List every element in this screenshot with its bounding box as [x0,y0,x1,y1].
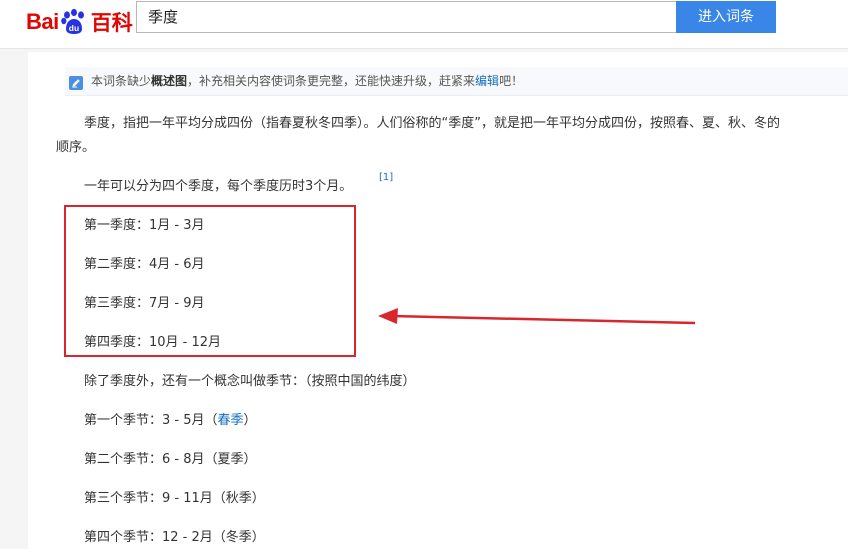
winter-label: 冬季 [225,530,252,545]
intro-line-2: 顺序。 [56,140,96,155]
notice-suffix: 吧！ [499,74,524,88]
logo-text-bai: Bai [26,9,59,34]
spring-link[interactable]: 春季 [218,413,244,428]
season-item-2: 第二个季节：6 - 8月（夏季） [84,452,257,467]
baidu-baike-logo[interactable]: Bai du 百科 [26,7,133,37]
enter-entry-button[interactable]: 进入词条 [676,1,776,33]
autumn-label: 秋季 [225,491,252,506]
reference-link[interactable]: [1] [379,172,393,183]
edit-link[interactable]: 编辑 [475,74,499,88]
edit-pencil-icon [68,73,84,90]
intro-line-1: 季度，指把一年平均分成四份（指春夏秋冬四季）。人们俗称的“季度”，就是把一年平均… [84,116,780,131]
search-input[interactable]: 季度 [136,1,676,33]
notice-prefix: 本词条缺少 [91,74,152,88]
logo-text-du: du [69,23,79,33]
logo-text-baike: 百科 [90,11,133,35]
annotation-highlight-box [64,205,356,357]
season-intro: 除了季度外，还有一个概念叫做季节：（按照中国的纬度） [84,374,416,389]
season-item-4: 第四个季节：12 - 2月（冬季） [84,530,265,545]
quarter-summary: 一年可以分为四个季度，每个季度历时3个月。 [84,179,353,194]
article-content: 本词条缺少概述图，补充相关内容使词条更完整，还能快速升级，赶紧来编辑吧！ 季度，… [28,52,848,549]
summer-label: 夏季 [217,452,244,467]
season-item-3: 第三个季节：9 - 11月（秋季） [84,491,265,506]
header-bar: Bai du 百科 季度 进入词条 [0,0,848,49]
paw-logo-icon: du [60,8,88,36]
notice-middle: ，补充相关内容使词条更完整，还能快速升级，赶紧来 [187,74,476,88]
notice-bold: 概述图 [151,74,188,88]
season-item-1: 第一个季节：3 - 5月（春季） [84,413,257,428]
missing-image-notice: 本词条缺少概述图，补充相关内容使词条更完整，还能快速升级，赶紧来编辑吧！ [65,67,848,96]
